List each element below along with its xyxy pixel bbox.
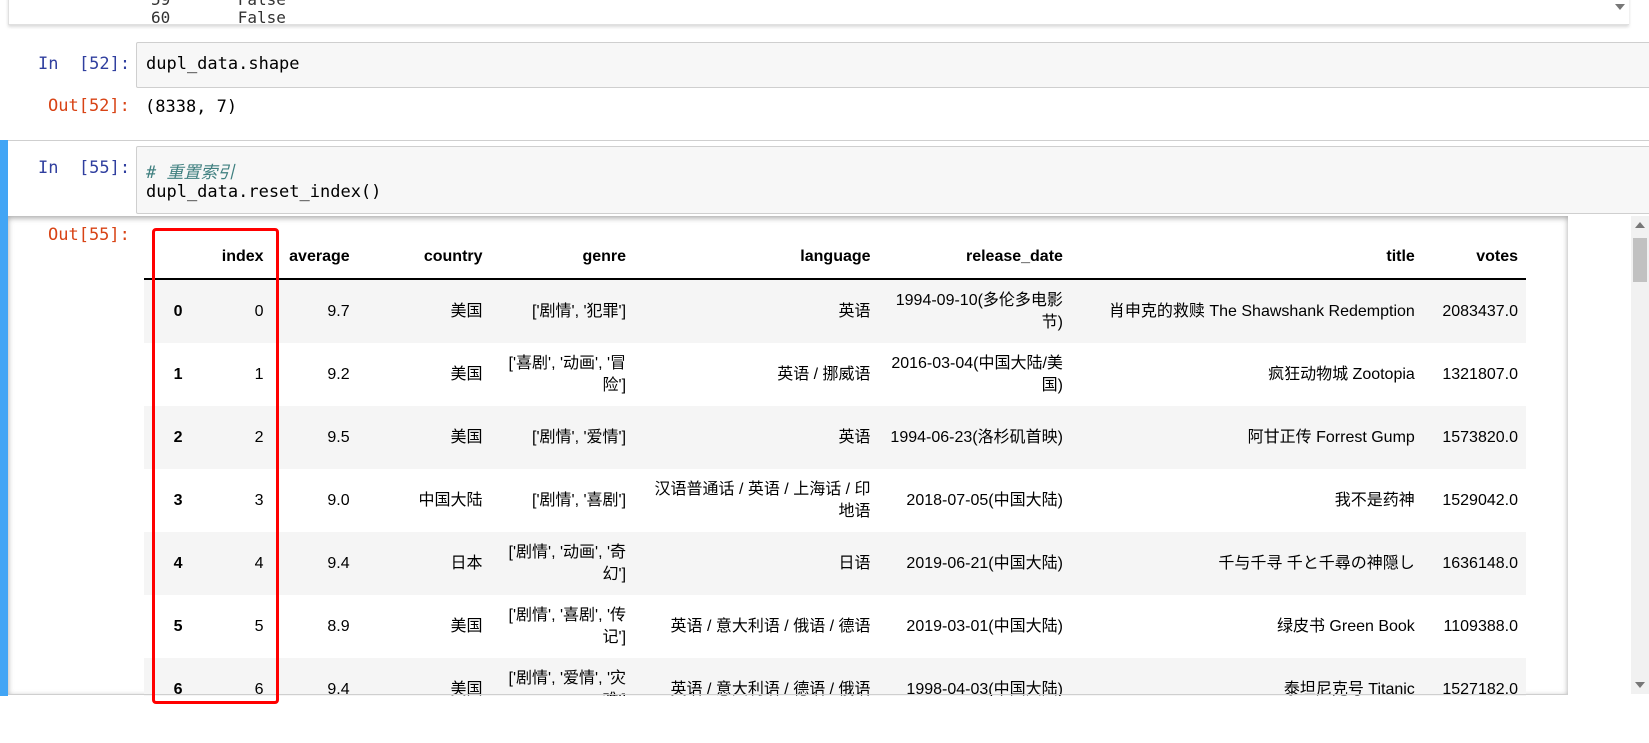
- cell-votes: 2083437.0: [1442, 302, 1518, 320]
- column-header: language: [800, 248, 871, 265]
- cell-average: 9.5: [327, 428, 350, 446]
- cell-country: 中国大陆: [418, 491, 483, 509]
- cell-genre: ['剧情', '喜剧', '传记']: [508, 606, 627, 646]
- column-header: genre: [582, 248, 627, 265]
- cell-genre: ['剧情', '动画', '奇幻']: [508, 543, 627, 583]
- cell-country: 美国: [450, 365, 483, 383]
- cell-output-text: (8338, 7): [145, 97, 238, 117]
- column-header: title: [1386, 248, 1415, 265]
- cell-title: 绿皮书 Green Book: [1276, 617, 1415, 635]
- cell-genre: ['喜剧', '动画', '冒险']: [508, 354, 627, 394]
- table-row: 0 0 9.7 美国 ['剧情', '犯罪'] 英语 1994-09-10(多伦…: [144, 279, 1526, 343]
- table-row: 2 2 9.5 美国 ['剧情', '爱情'] 英语 1994-06-23(洛杉…: [144, 406, 1526, 469]
- cell-title: 疯狂动物城 Zootopia: [1268, 365, 1415, 383]
- out-prompt: Out[52]:: [48, 96, 130, 116]
- cell-average: 9.0: [327, 491, 350, 509]
- in-prompt: In [55]:: [38, 158, 131, 178]
- cell-country: 美国: [450, 617, 483, 635]
- cell-average: 9.4: [327, 554, 350, 572]
- cell-language: 日语: [838, 554, 871, 572]
- table-row: 4 4 9.4 日本 ['剧情', '动画', '奇幻'] 日语 2019-06…: [144, 532, 1526, 595]
- code-cell-input[interactable]: # 重置索引 dupl_data.reset_index(): [136, 146, 1649, 214]
- cell-votes: 1109388.0: [1443, 617, 1518, 635]
- cell-release-date: 2016-03-04(中国大陆/美国): [891, 354, 1063, 394]
- cell-language: 汉语普通话 / 英语 / 上海话 / 印地语: [654, 480, 871, 520]
- table-row: 1 1 9.2 美国 ['喜剧', '动画', '冒险'] 英语 / 挪威语 2…: [144, 343, 1526, 406]
- cell-language: 英语: [838, 428, 871, 446]
- code-comment: # 重置索引: [146, 163, 235, 183]
- selection-bar: [0, 140, 8, 696]
- cell-title: 阿甘正传 Forrest Gump: [1247, 428, 1415, 446]
- scroll-down-arrow-icon[interactable]: [1635, 682, 1645, 688]
- highlight-annotation-box: [152, 228, 279, 704]
- cell-genre: ['剧情', '犯罪']: [532, 302, 627, 320]
- cell-votes: 1636148.0: [1442, 554, 1518, 572]
- cell-country: 美国: [450, 302, 483, 320]
- cell-average: 9.7: [327, 302, 350, 320]
- cell-release-date: 2018-07-05(中国大陆): [906, 491, 1063, 509]
- previous-output: 59 False 60 False: [8, 0, 1629, 25]
- scrollbar-thumb[interactable]: [1633, 238, 1647, 282]
- cell-average: 8.9: [327, 617, 350, 635]
- dataframe-table: index average country genre language rel…: [144, 236, 1526, 721]
- cell-title: 我不是药神: [1334, 491, 1415, 509]
- cell-votes: 1529042.0: [1442, 491, 1518, 509]
- cell-genre: ['剧情', '爱情']: [532, 428, 627, 446]
- cell-release-date: 2019-06-21(中国大陆): [906, 554, 1063, 572]
- cell-language: 英语: [838, 302, 871, 320]
- cell-country: 日本: [450, 554, 483, 572]
- cell-release-date: 1994-06-23(洛杉矶首映): [890, 428, 1063, 446]
- cell-title: 千与千寻 千と千尋の神隠し: [1218, 554, 1415, 572]
- table-header-row: index average country genre language rel…: [144, 236, 1526, 279]
- code-cell-input[interactable]: dupl_data.shape: [136, 42, 1649, 88]
- code-line: dupl_data.shape: [146, 54, 300, 74]
- cell-country: 美国: [450, 428, 483, 446]
- cell-title: 肖申克的救赎 The Shawshank Redemption: [1108, 302, 1415, 320]
- cell-average: 9.2: [327, 365, 350, 383]
- cell-genre: ['剧情', '喜剧']: [532, 491, 627, 509]
- output-scrollbar[interactable]: [1631, 216, 1649, 694]
- column-header: country: [423, 248, 483, 265]
- table-row: 3 3 9.0 中国大陆 ['剧情', '喜剧'] 汉语普通话 / 英语 / 上…: [144, 469, 1526, 532]
- scroll-down-arrow-icon[interactable]: [1611, 0, 1629, 24]
- cell-language: 英语 / 意大利语 / 俄语 / 德语: [670, 617, 871, 635]
- previous-output-line: 60 False: [151, 8, 286, 25]
- cell-votes: 1573820.0: [1442, 428, 1518, 446]
- cell-release-date: 1994-09-10(多伦多电影节): [895, 291, 1063, 331]
- column-header: release_date: [965, 248, 1063, 265]
- cell-votes: 1321807.0: [1442, 365, 1518, 383]
- in-prompt: In [52]:: [38, 54, 131, 74]
- cell-release-date: 2019-03-01(中国大陆): [906, 617, 1063, 635]
- cell-language: 英语 / 挪威语: [777, 365, 871, 383]
- code-line: dupl_data.reset_index(): [146, 182, 382, 202]
- column-header: votes: [1476, 248, 1518, 265]
- scroll-up-arrow-icon[interactable]: [1635, 222, 1645, 228]
- table-row: 5 5 8.9 美国 ['剧情', '喜剧', '传记'] 英语 / 意大利语 …: [144, 595, 1526, 658]
- column-header: average: [289, 248, 350, 265]
